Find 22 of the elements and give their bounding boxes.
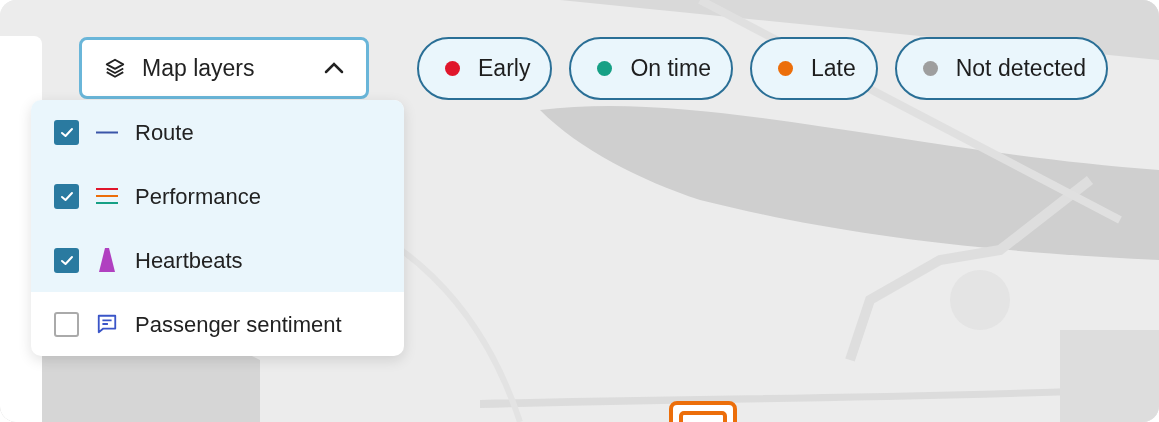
check-icon (59, 254, 74, 266)
check-icon (59, 190, 74, 202)
layer-label: Route (135, 118, 194, 147)
checkbox[interactable] (54, 119, 79, 145)
legend-chip: Not detected (894, 37, 1109, 100)
map-layers-button[interactable]: Map layers (79, 37, 369, 99)
checkbox[interactable] (54, 311, 79, 337)
line-icon (96, 130, 118, 134)
layer-label: Heartbeats (135, 246, 243, 275)
cone-icon (99, 248, 115, 272)
layer-label: Performance (135, 182, 261, 211)
legend-chip: Early (417, 37, 553, 100)
layers-icon (104, 57, 126, 79)
legend-chip: On time (569, 37, 733, 100)
checkbox[interactable] (54, 247, 79, 273)
caret-icon (324, 62, 344, 74)
lines-icon (96, 187, 118, 205)
chat-icon (96, 313, 118, 335)
checkbox[interactable] (54, 183, 79, 209)
legend-chip: Late (749, 37, 878, 100)
check-icon (59, 126, 74, 138)
layer-label: Passenger sentiment (135, 310, 342, 339)
